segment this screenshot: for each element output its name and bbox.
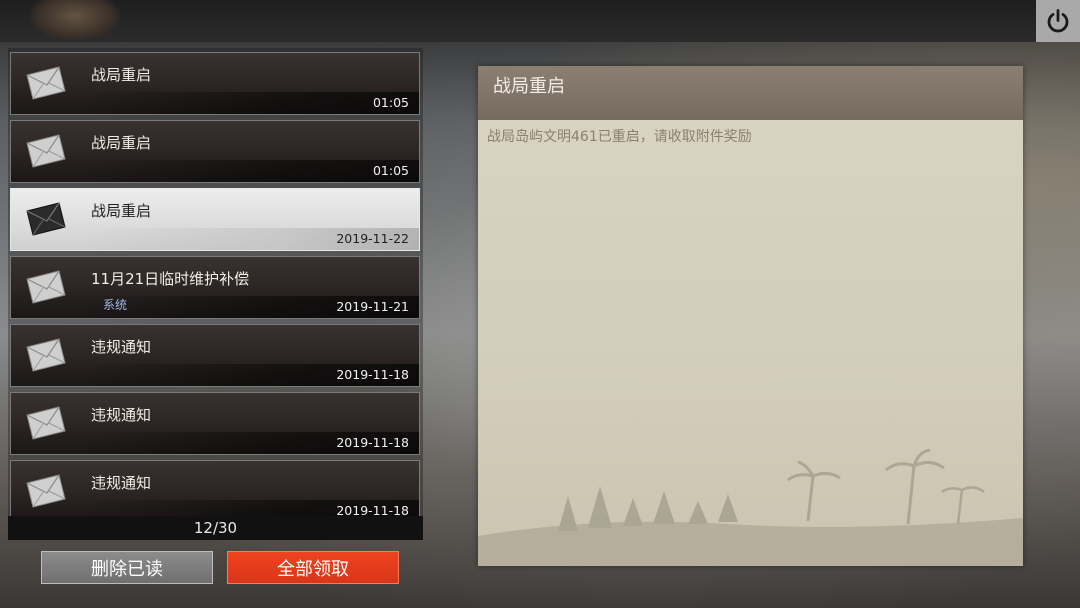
mail-title: 战局重启 bbox=[91, 134, 152, 152]
detail-body-text: 战局岛屿文明461已重启，请收取附件奖励 bbox=[487, 129, 752, 145]
mail-title: 违规通知 bbox=[91, 474, 152, 492]
envelope-icon bbox=[26, 338, 66, 372]
mail-date: 2019-11-22 bbox=[336, 231, 409, 246]
mail-detail-panel: 战局重启 战局岛屿文明461已重启，请收取附件奖励 bbox=[478, 66, 1023, 566]
mail-tag-system: 系统 bbox=[103, 298, 128, 312]
mail-item[interactable]: 战局重启 01:05 bbox=[10, 120, 420, 183]
page-counter: 12/30 bbox=[8, 516, 423, 540]
envelope-icon bbox=[26, 474, 66, 508]
mail-item[interactable]: 违规通知 2019-11-18 bbox=[10, 324, 420, 387]
power-icon bbox=[1047, 9, 1069, 33]
top-bar bbox=[0, 0, 1080, 42]
mail-item[interactable]: 战局重启 01:05 bbox=[10, 52, 420, 115]
mail-date: 2019-11-21 bbox=[336, 299, 409, 314]
island-illustration bbox=[478, 448, 1023, 566]
detail-title: 战局重启 bbox=[493, 76, 565, 97]
mail-title: 违规通知 bbox=[91, 406, 152, 424]
row-strip bbox=[81, 92, 419, 114]
row-strip bbox=[81, 160, 419, 182]
detail-header: 战局重启 bbox=[478, 66, 1023, 120]
mail-item[interactable]: 违规通知 2019-11-18 bbox=[10, 460, 420, 516]
envelope-icon bbox=[26, 270, 66, 304]
mail-list[interactable]: 战局重启 01:05 战局重启 01:05 战局重启 2019-11-22 11… bbox=[8, 48, 423, 516]
power-button[interactable] bbox=[1036, 0, 1080, 42]
envelope-icon bbox=[26, 134, 66, 168]
envelope-icon bbox=[26, 202, 66, 236]
delete-read-button[interactable]: 删除已读 bbox=[41, 551, 213, 584]
emblem-decoration bbox=[30, 0, 120, 40]
mail-title: 战局重启 bbox=[91, 66, 152, 84]
mail-date: 01:05 bbox=[372, 95, 409, 110]
mail-date: 2019-11-18 bbox=[336, 503, 409, 516]
mail-title: 违规通知 bbox=[91, 338, 152, 356]
mail-item[interactable]: 11月21日临时维护补偿 系统 2019-11-21 bbox=[10, 256, 420, 319]
mail-date: 2019-11-18 bbox=[336, 435, 409, 450]
mail-item[interactable]: 违规通知 2019-11-18 bbox=[10, 392, 420, 455]
mail-title: 战局重启 bbox=[91, 202, 152, 220]
mail-date: 01:05 bbox=[372, 163, 409, 178]
mail-item-selected[interactable]: 战局重启 2019-11-22 bbox=[10, 188, 420, 251]
mail-date: 2019-11-18 bbox=[336, 367, 409, 382]
envelope-icon bbox=[26, 66, 66, 100]
envelope-icon bbox=[26, 406, 66, 440]
mail-title: 11月21日临时维护补偿 bbox=[91, 270, 250, 288]
claim-all-button[interactable]: 全部领取 bbox=[227, 551, 399, 584]
